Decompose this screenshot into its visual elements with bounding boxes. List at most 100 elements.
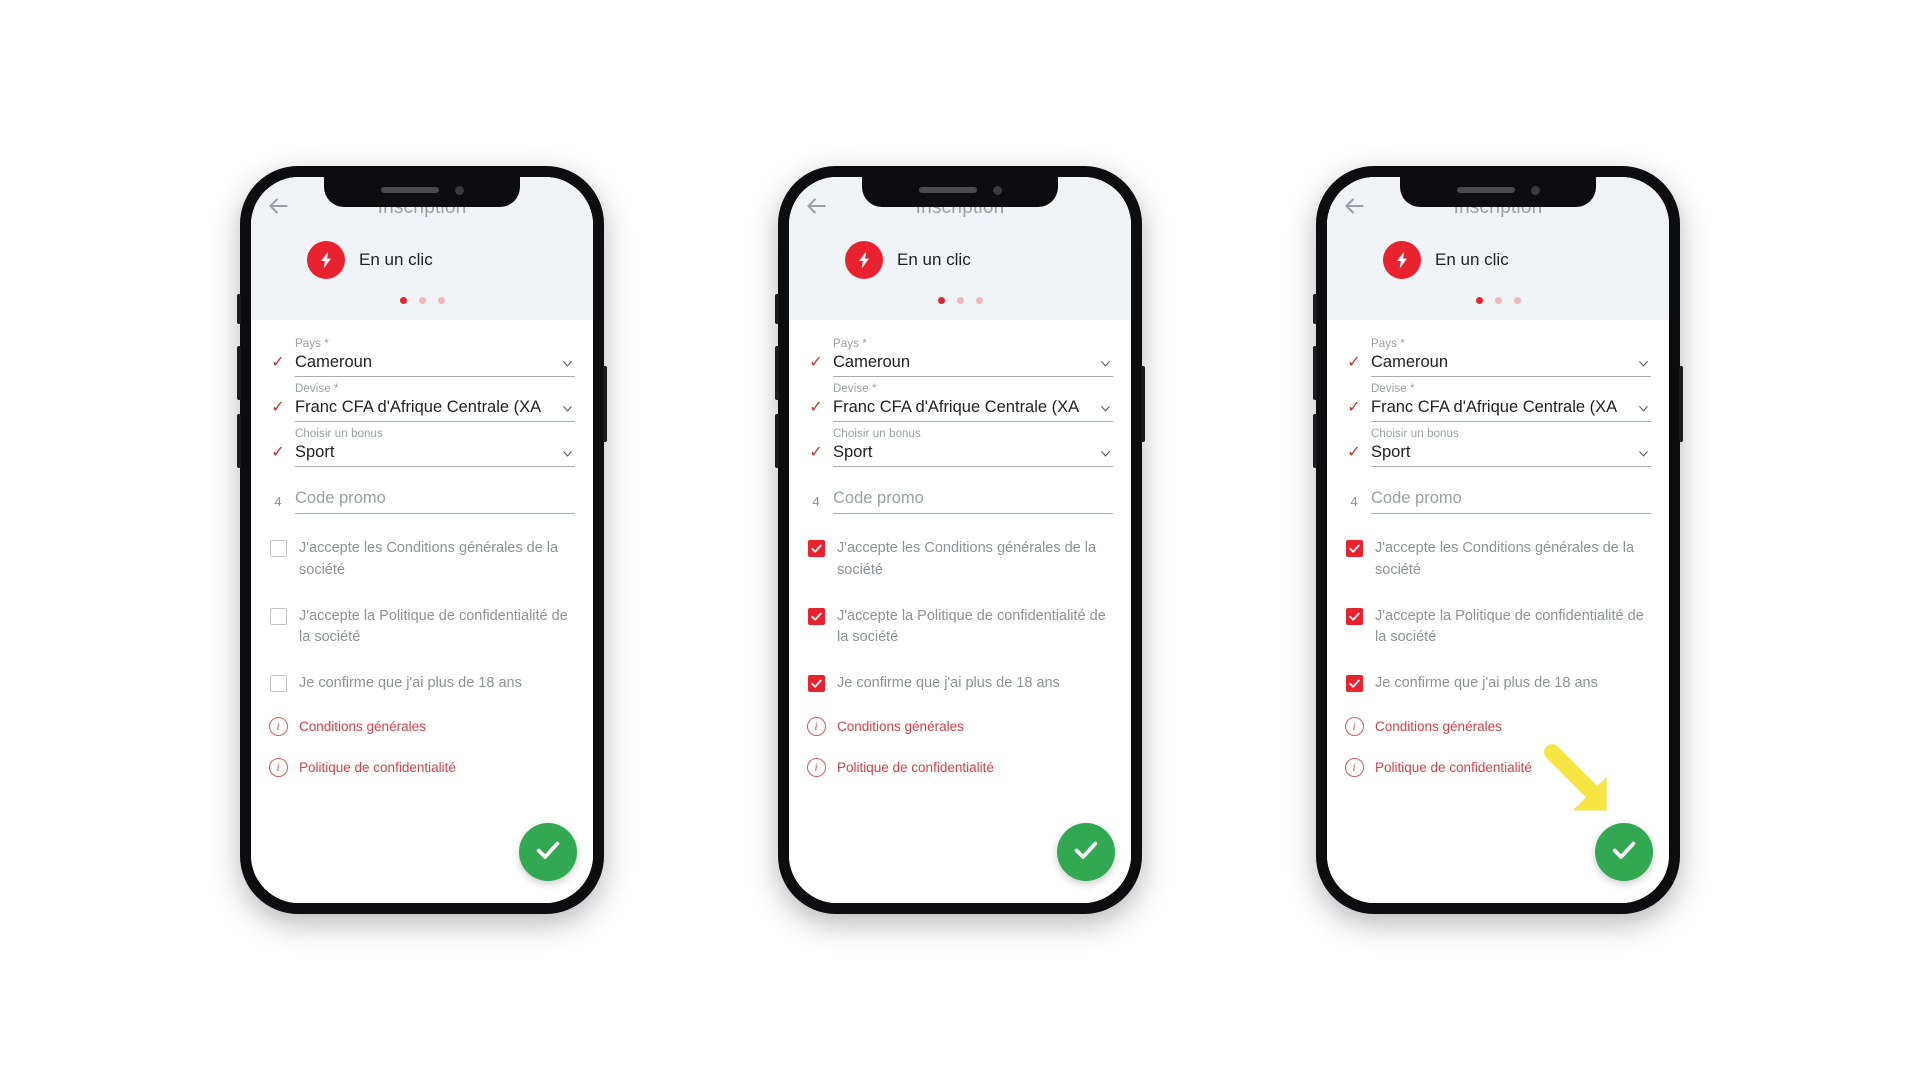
legal-link-label-2[interactable]: Politique de confidentialité bbox=[833, 760, 994, 775]
form-field-2[interactable]: ✓ Devise * Franc CFA d'Afrique Centrale (X… bbox=[1327, 383, 1669, 422]
field-value-3[interactable]: Sport bbox=[295, 443, 575, 462]
chevron-down-icon[interactable] bbox=[560, 356, 575, 371]
pager-dot-3[interactable] bbox=[437, 297, 445, 304]
submit-fab-button[interactable] bbox=[1057, 823, 1115, 881]
chevron-down-icon[interactable] bbox=[560, 401, 575, 416]
form-field-2[interactable]: ✓ Devise * Franc CFA d'Afrique Centrale (X… bbox=[251, 383, 593, 422]
submit-fab-button[interactable] bbox=[1595, 823, 1653, 881]
consent-checkbox-2[interactable] bbox=[807, 607, 825, 625]
consent-row-2[interactable]: J'accepte la Politique de confidentialit… bbox=[789, 606, 1131, 650]
power-button[interactable] bbox=[1679, 366, 1683, 442]
consent-checkbox-1[interactable] bbox=[1345, 540, 1363, 557]
legal-link-row-2[interactable]: i Politique de confidentialité bbox=[789, 757, 1131, 777]
volume-up-button[interactable] bbox=[237, 346, 241, 400]
consent-row-2[interactable]: J'accepte la Politique de confidentialit… bbox=[251, 606, 593, 650]
field-value-2[interactable]: Franc CFA d'Afrique Centrale (XΑ bbox=[295, 398, 575, 417]
pager-dot-3[interactable] bbox=[975, 297, 983, 304]
field-body-1[interactable]: Pays * Cameroun bbox=[1371, 338, 1651, 377]
consent-row-1[interactable]: J'accepte les Conditions générales de la… bbox=[251, 538, 593, 582]
field-value-2[interactable]: Franc CFA d'Afrique Centrale (XΑ bbox=[1371, 398, 1651, 417]
volume-down-button[interactable] bbox=[1313, 414, 1317, 468]
consent-row-3[interactable]: Je confirme que j'ai plus de 18 ans bbox=[251, 673, 593, 695]
pager-dot-1[interactable] bbox=[399, 297, 407, 304]
consent-row-1[interactable]: J'accepte les Conditions générales de la… bbox=[789, 538, 1131, 582]
legal-link-label-1[interactable]: Conditions générales bbox=[833, 719, 964, 734]
consent-checkbox-1[interactable] bbox=[269, 540, 287, 557]
field-body-4[interactable]: Code promo bbox=[295, 489, 575, 514]
legal-link-label-2[interactable]: Politique de confidentialité bbox=[1371, 760, 1532, 775]
chevron-down-icon[interactable] bbox=[1636, 446, 1651, 461]
pager-dot-1[interactable] bbox=[1475, 297, 1483, 304]
field-value-2[interactable]: Franc CFA d'Afrique Centrale (XΑ bbox=[833, 398, 1113, 417]
pager-dot-3[interactable] bbox=[1513, 297, 1521, 304]
legal-link-row-1[interactable]: i Conditions générales bbox=[251, 716, 593, 736]
consent-checkbox-2[interactable] bbox=[1345, 607, 1363, 625]
field-body-4[interactable]: Code promo bbox=[1371, 489, 1651, 514]
chevron-down-icon[interactable] bbox=[1098, 401, 1113, 416]
form-field-4[interactable]: 4 Code promo bbox=[251, 489, 593, 514]
field-body-1[interactable]: Pays * Cameroun bbox=[833, 338, 1113, 377]
field-value-1[interactable]: Cameroun bbox=[833, 353, 1113, 372]
legal-link-row-1[interactable]: i Conditions générales bbox=[1327, 716, 1669, 736]
legal-link-row-1[interactable]: i Conditions générales bbox=[789, 716, 1131, 736]
consent-checkbox-1[interactable] bbox=[807, 540, 825, 557]
consent-row-2[interactable]: J'accepte la Politique de confidentialit… bbox=[1327, 606, 1669, 650]
form-field-1[interactable]: ✓ Pays * Cameroun bbox=[789, 338, 1131, 377]
mute-switch[interactable] bbox=[775, 294, 779, 324]
submit-fab-button[interactable] bbox=[519, 823, 577, 881]
legal-link-label-2[interactable]: Politique de confidentialité bbox=[295, 760, 456, 775]
pager-dot-2[interactable] bbox=[418, 297, 426, 304]
volume-up-button[interactable] bbox=[1313, 346, 1317, 400]
field-value-1[interactable]: Cameroun bbox=[295, 353, 575, 372]
form-field-4[interactable]: 4 Code promo bbox=[1327, 489, 1669, 514]
field-value-4[interactable]: Code promo bbox=[1371, 489, 1651, 508]
volume-down-button[interactable] bbox=[775, 414, 779, 468]
form-field-3[interactable]: ✓ Choisir un bonus Sport bbox=[789, 428, 1131, 467]
legal-link-row-2[interactable]: i Politique de confidentialité bbox=[251, 757, 593, 777]
field-body-3[interactable]: Choisir un bonus Sport bbox=[295, 428, 575, 467]
chevron-down-icon[interactable] bbox=[1636, 356, 1651, 371]
field-body-3[interactable]: Choisir un bonus Sport bbox=[833, 428, 1113, 467]
field-body-2[interactable]: Devise * Franc CFA d'Afrique Centrale (XΑ bbox=[1371, 383, 1651, 422]
info-icon[interactable]: i bbox=[268, 757, 288, 777]
form-field-3[interactable]: ✓ Choisir un bonus Sport bbox=[1327, 428, 1669, 467]
consent-row-3[interactable]: Je confirme que j'ai plus de 18 ans bbox=[1327, 673, 1669, 695]
consent-row-1[interactable]: J'accepte les Conditions générales de la… bbox=[1327, 538, 1669, 582]
form-field-1[interactable]: ✓ Pays * Cameroun bbox=[1327, 338, 1669, 377]
info-icon[interactable]: i bbox=[806, 716, 826, 736]
field-body-3[interactable]: Choisir un bonus Sport bbox=[1371, 428, 1651, 467]
field-value-1[interactable]: Cameroun bbox=[1371, 353, 1651, 372]
consent-checkbox-2[interactable] bbox=[269, 607, 287, 625]
field-value-4[interactable]: Code promo bbox=[833, 489, 1113, 508]
chevron-down-icon[interactable] bbox=[560, 446, 575, 461]
back-arrow-icon[interactable] bbox=[803, 193, 829, 219]
volume-down-button[interactable] bbox=[237, 414, 241, 468]
field-body-1[interactable]: Pays * Cameroun bbox=[295, 338, 575, 377]
pager-dot-2[interactable] bbox=[956, 297, 964, 304]
pager-dot-1[interactable] bbox=[937, 297, 945, 304]
field-value-3[interactable]: Sport bbox=[1371, 443, 1651, 462]
back-arrow-icon[interactable] bbox=[265, 193, 291, 219]
form-field-4[interactable]: 4 Code promo bbox=[789, 489, 1131, 514]
legal-link-label-1[interactable]: Conditions générales bbox=[1371, 719, 1502, 734]
volume-up-button[interactable] bbox=[775, 346, 779, 400]
field-body-2[interactable]: Devise * Franc CFA d'Afrique Centrale (XΑ bbox=[833, 383, 1113, 422]
consent-checkbox-3[interactable] bbox=[807, 675, 825, 692]
chevron-down-icon[interactable] bbox=[1098, 446, 1113, 461]
info-icon[interactable]: i bbox=[806, 757, 826, 777]
power-button[interactable] bbox=[603, 366, 607, 442]
consent-checkbox-3[interactable] bbox=[269, 675, 287, 692]
pager-dot-2[interactable] bbox=[1494, 297, 1502, 304]
chevron-down-icon[interactable] bbox=[1636, 401, 1651, 416]
form-field-2[interactable]: ✓ Devise * Franc CFA d'Afrique Centrale (X… bbox=[789, 383, 1131, 422]
mute-switch[interactable] bbox=[1313, 294, 1317, 324]
info-icon[interactable]: i bbox=[1344, 757, 1364, 777]
field-body-4[interactable]: Code promo bbox=[833, 489, 1113, 514]
form-field-3[interactable]: ✓ Choisir un bonus Sport bbox=[251, 428, 593, 467]
field-value-4[interactable]: Code promo bbox=[295, 489, 575, 508]
info-icon[interactable]: i bbox=[268, 716, 288, 736]
form-field-1[interactable]: ✓ Pays * Cameroun bbox=[251, 338, 593, 377]
field-body-2[interactable]: Devise * Franc CFA d'Afrique Centrale (XΑ bbox=[295, 383, 575, 422]
legal-link-label-1[interactable]: Conditions générales bbox=[295, 719, 426, 734]
mute-switch[interactable] bbox=[237, 294, 241, 324]
